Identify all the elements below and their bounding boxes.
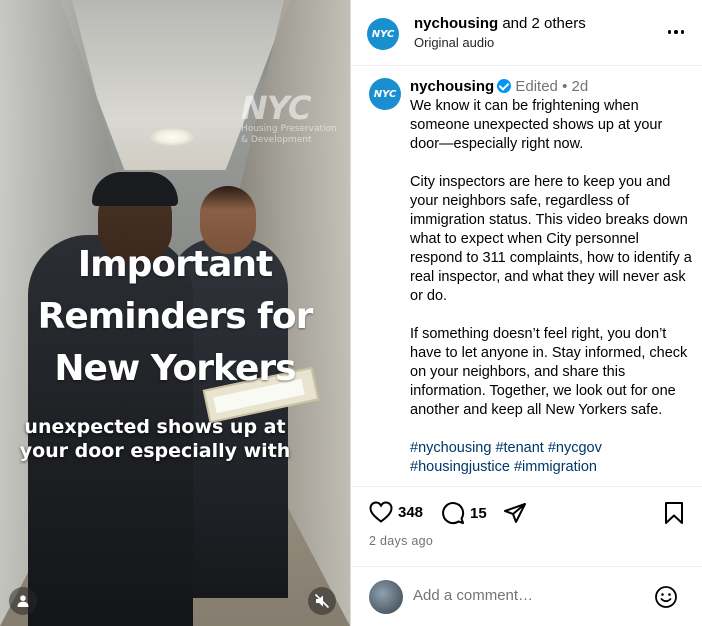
avatar-label: NYC: [371, 28, 395, 40]
caption-paragraph: We know it can be frightening when someo…: [410, 98, 663, 152]
watermark-nyc: NYC: [241, 89, 311, 127]
header-collaborators[interactable]: and 2 others: [502, 15, 585, 32]
save-action: [663, 501, 685, 525]
current-user-avatar[interactable]: [369, 580, 403, 614]
edited-label: Edited: [515, 78, 558, 95]
caption-username[interactable]: nychousing: [410, 78, 494, 95]
ceiling-light: [150, 128, 194, 146]
like-count[interactable]: 348: [398, 504, 423, 521]
more-horizontal-icon: [667, 30, 672, 34]
video-caption-line-1: unexpected shows up at: [24, 416, 286, 438]
watermark-line2: & Development: [241, 135, 312, 145]
comment-input[interactable]: [413, 587, 643, 604]
muted-speaker-icon: [314, 593, 330, 609]
caption-meta: nychousing Edited • 2d: [410, 78, 588, 95]
post-panel: NYC nychousing and 2 others Original aud…: [350, 0, 702, 626]
like-action: 348: [369, 501, 423, 523]
more-dot: [680, 30, 685, 34]
meta-separator: •: [562, 78, 568, 95]
video-caption-line-2: your door especially with: [19, 440, 291, 462]
video-title-line-3: New Yorkers: [54, 348, 296, 389]
video-title-line-1: Important: [77, 244, 274, 285]
caption-body: We know it can be frightening when someo…: [410, 97, 695, 486]
caption-paragraph: City inspectors are here to keep you and…: [410, 174, 692, 304]
comment-icon[interactable]: [441, 501, 465, 525]
emoji-icon[interactable]: [654, 585, 678, 609]
post-header: NYC nychousing and 2 others Original aud…: [351, 0, 702, 66]
comment-count[interactable]: 15: [470, 505, 487, 522]
video-title-line-2: Reminders for: [37, 296, 314, 337]
post-date[interactable]: 2 days ago: [369, 534, 433, 548]
header-username[interactable]: nychousing: [414, 15, 498, 32]
tagged-users-button[interactable]: [9, 587, 37, 615]
account-avatar[interactable]: NYC: [367, 18, 399, 50]
share-action: [503, 501, 527, 525]
heart-icon[interactable]: [369, 501, 393, 523]
nyc-hpd-watermark: NYC Housing Preservation & Development: [241, 92, 341, 146]
caption-avatar[interactable]: NYC: [369, 78, 401, 110]
inspector-cap: [92, 172, 178, 206]
verified-badge-icon: [497, 79, 512, 93]
comment-bar: [351, 566, 702, 626]
share-icon[interactable]: [503, 501, 527, 525]
header-title: nychousing and 2 others: [414, 15, 586, 32]
caption-avatar-label: NYC: [373, 88, 397, 100]
bookmark-icon[interactable]: [663, 501, 685, 525]
action-bar: 348 15 2 days ago: [351, 486, 702, 556]
more-options-button[interactable]: [664, 22, 688, 42]
post-age[interactable]: 2d: [572, 78, 589, 95]
post-caption: NYC nychousing Edited • 2d We know it ca…: [351, 66, 702, 486]
watermark-line1: Housing Preservation: [241, 124, 337, 134]
audio-label[interactable]: Original audio: [414, 35, 494, 50]
more-dot: [674, 30, 678, 34]
comment-action: 15: [441, 501, 487, 525]
reel-video[interactable]: NYC Housing Preservation & Development I…: [0, 0, 350, 626]
mute-button[interactable]: [308, 587, 336, 615]
scroll-fade: [351, 472, 702, 486]
caption-paragraph: If something doesn’t feel right, you don…: [410, 326, 688, 418]
person-icon: [17, 595, 29, 607]
